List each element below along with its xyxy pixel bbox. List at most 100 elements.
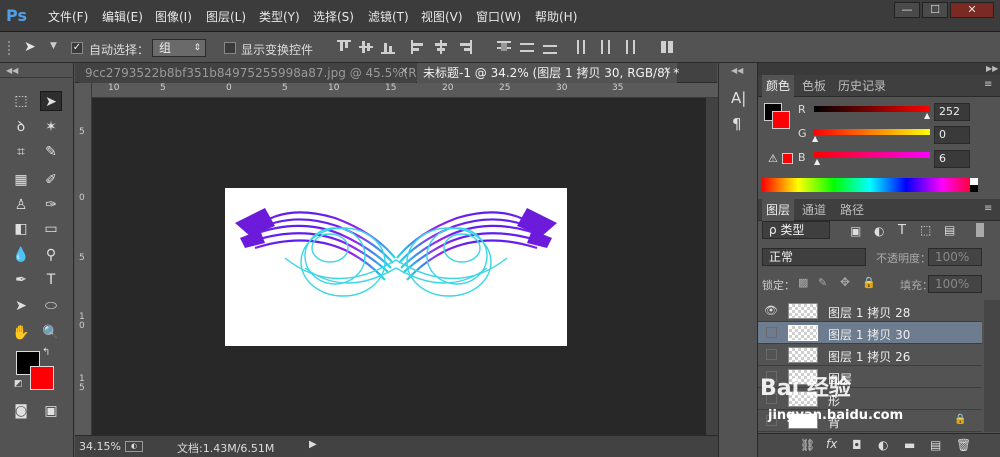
trash-icon[interactable]: 🗑	[956, 438, 971, 452]
menu-view[interactable]: 视图(V)	[421, 8, 463, 25]
lock-pixels-icon[interactable]: ✎	[818, 276, 827, 289]
filter-adjust-icon[interactable]: ◐	[874, 224, 884, 238]
blur-icon[interactable]: 💧	[10, 245, 32, 265]
tab-close-icon[interactable]: ✕	[663, 66, 671, 77]
distribute-right-icon[interactable]	[621, 40, 635, 54]
b-slider[interactable]	[814, 152, 930, 158]
auto-align-icon[interactable]	[660, 40, 674, 54]
align-hcenter-icon[interactable]	[434, 40, 448, 54]
tab-swatches[interactable]: 色板	[798, 75, 830, 97]
zoom-level[interactable]: 34.15%	[79, 440, 121, 453]
distribute-vcenter-icon[interactable]	[520, 40, 534, 54]
layer-row[interactable]: 图层 1 拷贝 26	[758, 344, 982, 366]
tab-channels[interactable]: 通道	[798, 199, 830, 221]
align-top-icon[interactable]	[337, 40, 351, 54]
vertical-scrollbar[interactable]	[706, 98, 718, 435]
minimize-button[interactable]: —	[894, 2, 920, 18]
layer-row[interactable]: 图层 1 拷贝 30	[758, 322, 982, 344]
menu-select[interactable]: 选择(S)	[313, 8, 354, 25]
character-panel-icon[interactable]: A|	[731, 89, 746, 107]
type-tool-icon[interactable]: T	[40, 270, 62, 290]
menu-layer[interactable]: 图层(L)	[206, 8, 246, 25]
tab-paths[interactable]: 路径	[836, 199, 868, 221]
gradient-icon[interactable]: ▭	[40, 219, 62, 239]
color-spectrum-bar[interactable]	[762, 178, 978, 192]
visibility-toggle[interactable]	[766, 349, 777, 360]
hand-icon[interactable]: ✋	[10, 323, 32, 343]
eyedropper-icon[interactable]: ✎	[40, 142, 62, 162]
paragraph-panel-icon[interactable]: ¶	[732, 115, 742, 133]
default-colors-icon[interactable]: ◩	[14, 379, 23, 389]
tab-document-1[interactable]: 9cc2793522b8bf351b84975255998a87.jpg @ 4…	[79, 63, 416, 83]
eye-icon[interactable]: 👁	[764, 304, 778, 318]
menu-file[interactable]: 文件(F)	[48, 8, 88, 25]
brush-icon[interactable]: ✐	[40, 170, 62, 190]
panel-menu-icon[interactable]: ≡	[984, 79, 992, 90]
spot-heal-icon[interactable]: ▦	[10, 170, 32, 190]
status-menu-icon[interactable]: ▶	[309, 439, 317, 450]
ellipse-icon[interactable]: ⬭	[40, 296, 62, 316]
link-layers-icon[interactable]: ⛓	[800, 438, 815, 452]
show-transform-checkbox[interactable]	[224, 42, 236, 54]
auto-select-checkbox[interactable]: ✓	[71, 42, 83, 54]
r-value-input[interactable]: 252	[934, 103, 970, 121]
layers-scrollbar[interactable]	[984, 300, 1000, 432]
maximize-button[interactable]: ☐	[922, 2, 948, 18]
collapse-panel-icon[interactable]: ▶▶	[986, 64, 998, 73]
distribute-top-icon[interactable]	[497, 40, 511, 54]
lock-all-icon[interactable]: 🔒	[862, 276, 876, 289]
layer-name[interactable]: 图层 1 拷贝 30	[828, 326, 910, 343]
lock-transparent-icon[interactable]: ▩	[798, 276, 808, 289]
pen-icon[interactable]: ✒	[10, 270, 32, 290]
crop-icon[interactable]: ⌗	[10, 142, 32, 162]
distribute-left-icon[interactable]	[576, 40, 590, 54]
new-group-icon[interactable]: ▬	[904, 438, 915, 452]
auto-select-dropdown[interactable]: 组 ⇕	[152, 39, 206, 57]
fx-icon[interactable]: fx	[826, 437, 837, 451]
menu-type[interactable]: 类型(Y)	[259, 8, 300, 25]
tab-history[interactable]: 历史记录	[834, 75, 890, 97]
history-brush-icon[interactable]: ✑	[40, 195, 62, 215]
menu-window[interactable]: 窗口(W)	[476, 8, 521, 25]
fill-input[interactable]: 100%	[928, 275, 982, 293]
layer-row[interactable]: 👁 图层 1 拷贝 28	[758, 300, 982, 322]
blend-mode-dropdown[interactable]: 正常	[762, 248, 866, 266]
proof-icon[interactable]: ◐	[125, 441, 143, 452]
opacity-input[interactable]: 100%	[928, 248, 982, 266]
tab-color[interactable]: 颜色	[762, 75, 795, 97]
close-button[interactable]: ✕	[950, 2, 994, 18]
layer-filter-dropdown[interactable]: ρ 类型	[762, 221, 830, 239]
slider-thumb-icon[interactable]: ▲	[814, 157, 820, 166]
chevron-down-icon[interactable]: ▼	[50, 41, 57, 51]
lasso-icon[interactable]: ꝺ	[10, 117, 32, 137]
adjustment-layer-icon[interactable]: ◐	[878, 438, 888, 452]
stamp-icon[interactable]: ♙	[10, 195, 32, 215]
distribute-bottom-icon[interactable]	[543, 40, 557, 54]
swap-colors-icon[interactable]: ↰	[42, 347, 50, 358]
new-layer-icon[interactable]: ▤	[930, 438, 941, 452]
b-value-input[interactable]: 6	[934, 150, 970, 168]
menu-image[interactable]: 图像(I)	[155, 8, 192, 25]
bg-color-swatch[interactable]	[772, 111, 790, 129]
move-tool-icon[interactable]: ➤	[24, 39, 36, 55]
eraser-icon[interactable]: ◧	[10, 219, 32, 239]
filter-toggle[interactable]	[976, 223, 984, 237]
slider-thumb-icon[interactable]: ▲	[924, 111, 930, 120]
filter-type-icon[interactable]: T	[898, 223, 906, 238]
slider-thumb-icon[interactable]: ▲	[812, 134, 818, 143]
document-canvas[interactable]	[225, 188, 567, 346]
layer-name[interactable]: 图层 1 拷贝 26	[828, 348, 910, 365]
quick-mask-icon[interactable]: ◙	[10, 401, 32, 421]
spectrum-white[interactable]	[970, 178, 978, 185]
menu-edit[interactable]: 编辑(E)	[102, 8, 143, 25]
align-left-icon[interactable]	[411, 40, 425, 54]
tab-close-icon[interactable]: ✕	[400, 66, 408, 77]
screen-mode-icon[interactable]: ▣	[40, 401, 62, 421]
move-tool-icon[interactable]: ➤	[40, 91, 62, 111]
align-right-icon[interactable]	[458, 40, 472, 54]
dodge-icon[interactable]: ⚲	[40, 245, 62, 265]
panel-menu-icon[interactable]: ≡	[984, 203, 992, 214]
g-slider[interactable]	[814, 129, 930, 135]
path-select-icon[interactable]: ➤	[10, 296, 32, 316]
gamut-warning-icon[interactable]: ⚠	[768, 152, 778, 165]
